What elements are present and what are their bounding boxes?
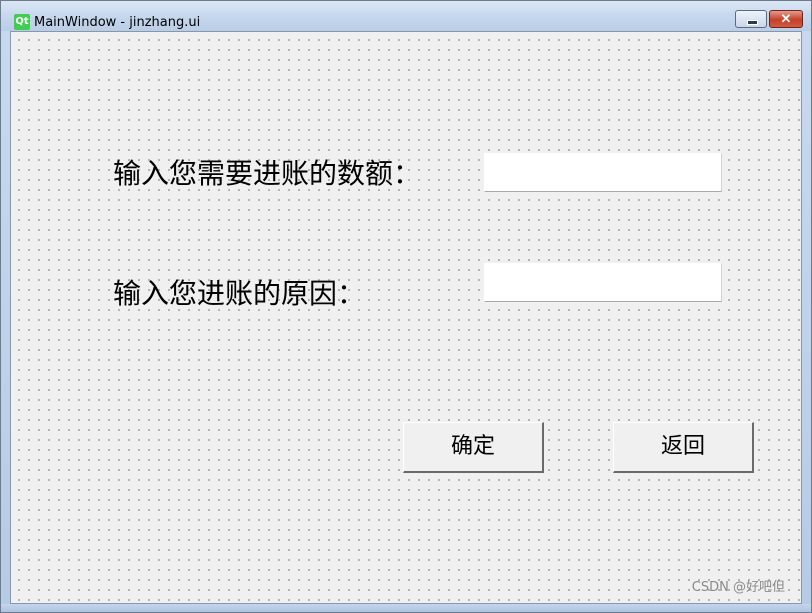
amount-label: 输入您需要进账的数额： xyxy=(113,157,422,190)
confirm-button[interactable]: 确定 xyxy=(403,422,544,473)
reason-label: 输入您进账的原因： xyxy=(113,277,366,310)
amount-input[interactable] xyxy=(484,153,722,192)
qt-app-icon: Qt xyxy=(14,14,30,30)
back-button[interactable]: 返回 xyxy=(613,422,754,473)
title-bar[interactable]: Qt MainWindow - jinzhang.ui ✕ xyxy=(1,1,811,31)
main-window: Qt MainWindow - jinzhang.ui ✕ 输入您需要进账的数额… xyxy=(0,0,812,613)
form-canvas: 输入您需要进账的数额： 输入您进账的原因： 确定 返回 CSDN @好吧但 xyxy=(10,31,802,604)
reason-input[interactable] xyxy=(484,263,722,302)
minimize-icon xyxy=(747,20,758,25)
window-title: MainWindow - jinzhang.ui xyxy=(34,15,201,30)
close-icon: ✕ xyxy=(780,11,792,26)
minimize-button[interactable] xyxy=(735,10,767,28)
close-button[interactable]: ✕ xyxy=(769,10,803,28)
window-bottom-border xyxy=(1,604,811,612)
watermark: CSDN @好吧但 xyxy=(691,580,785,595)
